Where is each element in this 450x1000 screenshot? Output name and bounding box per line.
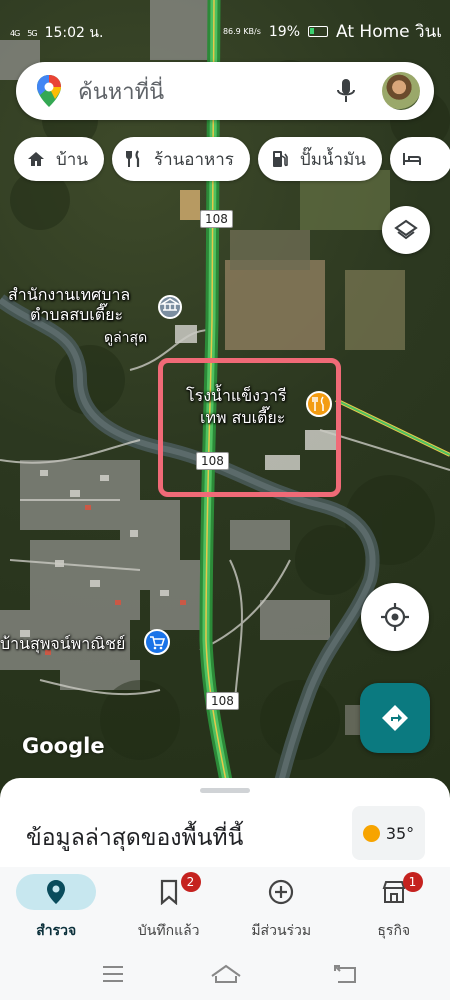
map-label-shop[interactable]: บ้านสุพจน์พาณิชย์ xyxy=(0,632,125,657)
network-speed: 86.9 KB/s xyxy=(222,27,261,36)
network-indicator: 5G xyxy=(27,28,37,38)
microphone-icon[interactable] xyxy=(336,77,356,105)
nav-label: บันทึกแล้ว xyxy=(137,923,200,939)
nav-explore[interactable]: สำรวจ xyxy=(0,867,113,950)
nav-business[interactable]: 1 ธุรกิจ xyxy=(338,867,450,950)
home-button-icon[interactable] xyxy=(210,962,242,986)
search-bar[interactable]: ค้นหาที่นี่ xyxy=(16,62,434,120)
avatar[interactable] xyxy=(382,72,420,110)
sun-icon xyxy=(362,824,380,842)
battery-level: 19% xyxy=(268,23,301,40)
crosshair-icon xyxy=(381,603,409,631)
google-maps-pin-icon xyxy=(37,75,61,107)
battery-icon xyxy=(308,26,329,37)
chip-hotel[interactable] xyxy=(389,137,450,181)
add-circle-icon xyxy=(269,879,294,905)
nav-label: มีส่วนร่วม xyxy=(251,923,312,939)
bookmark-icon xyxy=(160,879,177,905)
recent-apps-icon[interactable] xyxy=(100,962,126,986)
layers-button[interactable] xyxy=(382,206,430,254)
sheet-title: ข้อมูลล่าสุดของพื้นที่นี้ xyxy=(26,825,244,851)
location-pin-icon xyxy=(47,880,66,904)
shopping-poi-icon[interactable] xyxy=(144,629,170,655)
temperature: 35° xyxy=(385,823,415,843)
search-input[interactable]: ค้นหาที่นี่ xyxy=(78,74,336,109)
bottom-navigation: สำรวจ 2 บันทึกแล้ว มีส่วนร่วม 1 ธุรกิจ xyxy=(0,867,450,950)
google-logo: Google xyxy=(22,734,105,758)
hotel-icon xyxy=(402,153,421,165)
directions-icon xyxy=(382,705,408,731)
nav-label: สำรวจ xyxy=(36,923,77,939)
road-shield: 108 xyxy=(206,692,239,710)
chip-gas-station[interactable]: ปั๊มน้ำมัน xyxy=(257,137,382,181)
system-navigation-bar xyxy=(0,950,450,1000)
my-location-button[interactable] xyxy=(361,583,429,651)
selected-area-highlight xyxy=(158,358,341,497)
chip-restaurant[interactable]: ร้านอาหาร xyxy=(111,137,250,181)
chip-home[interactable]: บ้าน xyxy=(14,137,104,181)
map-label-office-line2[interactable]: ตำบลสบเตี๊ยะ xyxy=(30,303,123,328)
notification-badge: 1 xyxy=(402,872,423,892)
category-chips: บ้าน ร้านอาหาร ปั๊มน้ำมัน xyxy=(14,137,450,181)
weather-chip[interactable]: 35° xyxy=(352,806,425,860)
network-indicator: 4G xyxy=(10,28,20,38)
layers-icon xyxy=(394,219,418,240)
clock: 15:02 น. xyxy=(44,25,104,41)
notification-badge: 2 xyxy=(180,872,201,892)
nav-label: ธุรกิจ xyxy=(377,923,411,939)
sheet-drag-handle[interactable] xyxy=(200,788,250,793)
status-bar: 4G 5G 15:02 น. 86.9 KB/s 19% At Home วิน… xyxy=(0,0,450,58)
nav-saved[interactable]: 2 บันทึกแล้ว xyxy=(113,867,226,950)
restaurant-icon xyxy=(125,150,140,167)
directions-button[interactable] xyxy=(360,683,430,753)
nav-contribute[interactable]: มีส่วนร่วม xyxy=(225,867,338,950)
chip-label: บ้าน xyxy=(56,149,88,170)
map-label-office-sub: ดูล่าสุด xyxy=(104,330,148,346)
chip-label: ปั๊มน้ำมัน xyxy=(299,149,366,170)
chip-label: ร้านอาหาร xyxy=(153,149,234,170)
notification-text: At Home วินเ xyxy=(336,22,442,42)
road-shield: 108 xyxy=(200,210,233,228)
gas-station-icon xyxy=(272,151,288,167)
back-icon[interactable] xyxy=(332,962,358,986)
home-icon xyxy=(28,152,44,166)
